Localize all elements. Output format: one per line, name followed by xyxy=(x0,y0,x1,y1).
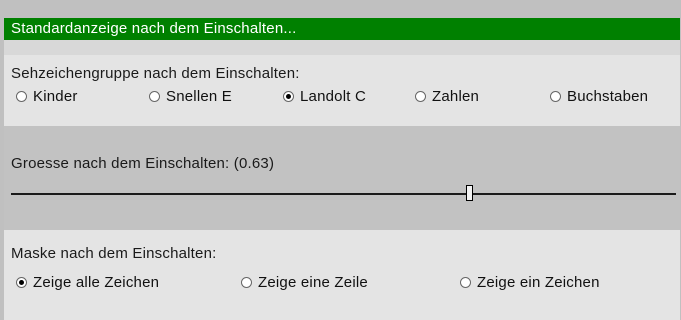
radio-buchstaben[interactable]: Buchstaben xyxy=(550,88,648,105)
radio-zeige-alle-zeichen[interactable]: Zeige alle Zeichen xyxy=(16,274,159,291)
radio-label-kinder: Kinder xyxy=(33,88,78,105)
title-divider-strip xyxy=(4,40,680,55)
radio-label-zeige-eine-zeile: Zeige eine Zeile xyxy=(258,274,368,291)
radio-label-landolt-c: Landolt C xyxy=(300,88,367,105)
section-title: Standardanzeige nach dem Einschalten... xyxy=(4,18,680,40)
radio-indicator-landolt-c xyxy=(283,91,294,102)
radio-indicator-snellen-e xyxy=(149,91,160,102)
radio-zeige-eine-zeile[interactable]: Zeige eine Zeile xyxy=(241,274,368,291)
radio-snellen-e[interactable]: Snellen E xyxy=(149,88,232,105)
symbol-group-panel: Sehzeichengruppe nach dem Einschalten: K… xyxy=(4,55,680,126)
radio-indicator-kinder xyxy=(16,91,27,102)
size-slider-track[interactable] xyxy=(11,193,676,195)
size-panel: Groesse nach dem Einschalten: (0.63) xyxy=(4,126,680,230)
radio-kinder[interactable]: Kinder xyxy=(16,88,78,105)
mask-label: Maske nach dem Einschalten: xyxy=(11,245,217,262)
size-label: Groesse nach dem Einschalten: (0.63) xyxy=(11,155,275,172)
radio-indicator-zahlen xyxy=(415,91,426,102)
radio-zeige-ein-zeichen[interactable]: Zeige ein Zeichen xyxy=(460,274,600,291)
mask-panel: Maske nach dem Einschalten: Zeige alle Z… xyxy=(4,230,680,320)
radio-indicator-buchstaben xyxy=(550,91,561,102)
radio-label-snellen-e: Snellen E xyxy=(166,88,233,105)
radio-label-buchstaben: Buchstaben xyxy=(567,88,649,105)
radio-indicator-zeige-eine-zeile xyxy=(241,277,252,288)
radio-landolt-c[interactable]: Landolt C xyxy=(283,88,366,105)
radio-indicator-zeige-alle-zeichen xyxy=(16,277,27,288)
symbol-group-label: Sehzeichengruppe nach dem Einschalten: xyxy=(11,65,300,82)
radio-zahlen[interactable]: Zahlen xyxy=(415,88,479,105)
size-slider-thumb[interactable] xyxy=(466,185,474,201)
radio-label-zahlen: Zahlen xyxy=(432,88,480,105)
radio-label-zeige-alle-zeichen: Zeige alle Zeichen xyxy=(33,274,160,291)
radio-indicator-zeige-ein-zeichen xyxy=(460,277,471,288)
radio-label-zeige-ein-zeichen: Zeige ein Zeichen xyxy=(477,274,600,291)
